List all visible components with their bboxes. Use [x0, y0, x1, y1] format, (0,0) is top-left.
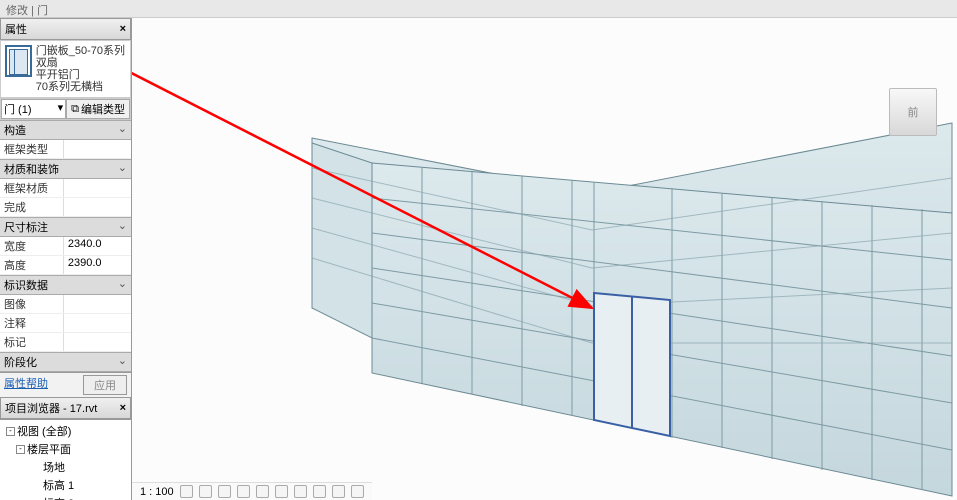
properties-grid: 构造⌄ 框架类型 材质和装饰⌄ 框架材质 完成 尺寸标注⌄ 宽度2340.0 高…: [0, 120, 131, 372]
expand-icon[interactable]: ⌄: [118, 277, 127, 293]
tree-node-site[interactable]: 场地: [2, 458, 129, 476]
prop-frame-type-label: 框架类型: [0, 140, 63, 158]
view-control-bar: 1 : 100: [132, 482, 372, 500]
properties-title: 属性: [5, 21, 27, 37]
expand-icon[interactable]: ⌄: [118, 122, 127, 138]
prop-mark-label: 标记: [0, 333, 63, 351]
prop-frame-type-value[interactable]: [63, 140, 131, 158]
prop-image-value[interactable]: [63, 295, 131, 313]
door-icon: [5, 45, 32, 77]
family-name-1: 门嵌板_50-70系列双扇: [36, 45, 126, 69]
category-selector[interactable]: 门 (1) ▾: [1, 99, 66, 119]
tree-node-level-1[interactable]: 标高 1: [2, 476, 129, 494]
edit-type-label: 编辑类型: [81, 101, 125, 117]
sun-path-icon[interactable]: [218, 485, 231, 498]
tree-node-label: 标高 2: [43, 495, 74, 500]
prop-width-label: 宽度: [0, 237, 63, 255]
type-selector-card[interactable]: 门嵌板_50-70系列双扇 平开铝门 70系列无横档: [0, 40, 131, 98]
edit-type-icon: ⧉: [71, 103, 79, 116]
close-icon[interactable]: ×: [120, 402, 126, 414]
properties-help-link[interactable]: 属性帮助: [4, 375, 48, 395]
crop-region-icon[interactable]: [294, 485, 307, 498]
apply-button[interactable]: 应用: [83, 375, 127, 395]
edit-type-button[interactable]: ⧉ 编辑类型: [66, 99, 130, 119]
tree-node-label: 楼层平面: [27, 441, 71, 457]
title-text: 修改 | 门: [6, 5, 48, 17]
viewcube-face-label: 前: [908, 104, 919, 120]
prop-frame-material-label: 框架材质: [0, 179, 63, 197]
category-selector-label: 门 (1): [4, 101, 32, 117]
section-dimensions[interactable]: 尺寸标注⌄: [0, 217, 131, 237]
tree-node-views-all[interactable]: -视图 (全部): [2, 422, 129, 440]
prop-comments-label: 注释: [0, 314, 63, 332]
scale-label[interactable]: 1 : 100: [140, 486, 174, 498]
tree-node-label: 场地: [43, 459, 65, 475]
browser-title: 项目浏览器 - 17.rvt: [5, 400, 97, 416]
chevron-down-icon: ▾: [58, 101, 64, 117]
left-sidebar: 属性 × 门嵌板_50-70系列双扇 平开铝门 70系列无横档 门 (1) ▾ …: [0, 18, 132, 500]
temp-hide-icon[interactable]: [332, 485, 345, 498]
selected-door[interactable]: [594, 293, 670, 436]
family-type: 70系列无横档: [36, 81, 126, 93]
detail-level-icon[interactable]: [180, 485, 193, 498]
reveal-hidden-icon[interactable]: [351, 485, 364, 498]
prop-height-value[interactable]: 2390.0: [63, 256, 131, 274]
prop-image-label: 图像: [0, 295, 63, 313]
shadows-icon[interactable]: [237, 485, 250, 498]
rendering-icon[interactable]: [256, 485, 269, 498]
prop-finish-label: 完成: [0, 198, 63, 216]
prop-comments-value[interactable]: [63, 314, 131, 332]
tree-node-floor-plans[interactable]: -楼层平面: [2, 440, 129, 458]
3d-viewport[interactable]: 前 1 : 100: [132, 18, 957, 500]
prop-mark-value[interactable]: [63, 333, 131, 351]
prop-width-value[interactable]: 2340.0: [63, 237, 131, 255]
properties-panel-header[interactable]: 属性 ×: [0, 18, 131, 40]
lock-view-icon[interactable]: [313, 485, 326, 498]
browser-panel-header[interactable]: 项目浏览器 - 17.rvt ×: [0, 397, 131, 419]
section-phasing[interactable]: 阶段化⌄: [0, 352, 131, 372]
section-constraints[interactable]: 构造⌄: [0, 120, 131, 140]
project-browser[interactable]: -视图 (全部)-楼层平面场地标高 1标高 2+天花板平面+三维视图+立面 (建…: [0, 419, 131, 500]
section-materials[interactable]: 材质和装饰⌄: [0, 159, 131, 179]
model-view: [132, 18, 957, 500]
prop-height-label: 高度: [0, 256, 63, 274]
tree-node-label: 标高 1: [43, 477, 74, 493]
expand-icon[interactable]: ⌄: [118, 161, 127, 177]
tree-node-level-2[interactable]: 标高 2: [2, 494, 129, 500]
expand-icon[interactable]: ⌄: [118, 354, 127, 370]
prop-frame-material-value[interactable]: [63, 179, 131, 197]
view-cube[interactable]: 前: [889, 88, 937, 136]
tree-node-label: 视图 (全部): [17, 423, 71, 439]
visual-style-icon[interactable]: [199, 485, 212, 498]
type-selector-text: 门嵌板_50-70系列双扇 平开铝门 70系列无横档: [36, 45, 126, 93]
title-bar: 修改 | 门: [0, 0, 957, 18]
family-name-2: 平开铝门: [36, 69, 126, 81]
close-icon[interactable]: ×: [120, 23, 126, 35]
crop-view-icon[interactable]: [275, 485, 288, 498]
tree-toggle-icon[interactable]: -: [16, 445, 25, 454]
section-identity[interactable]: 标识数据⌄: [0, 275, 131, 295]
tree-toggle-icon[interactable]: -: [6, 427, 15, 436]
prop-finish-value[interactable]: [63, 198, 131, 216]
expand-icon[interactable]: ⌄: [118, 219, 127, 235]
